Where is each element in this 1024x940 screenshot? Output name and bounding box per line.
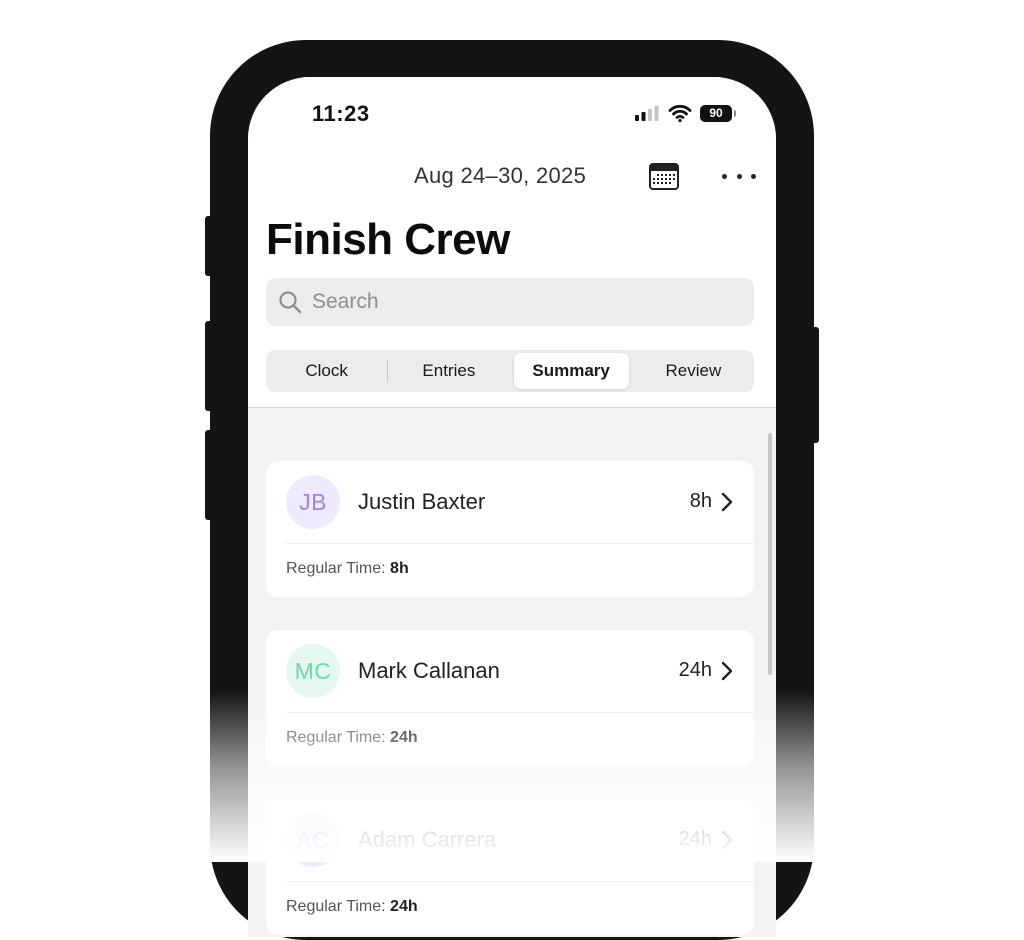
card-divider	[286, 712, 754, 713]
chevron-right-icon	[721, 661, 733, 681]
avatar: JB	[286, 475, 340, 529]
page-title: Finish Crew	[266, 215, 510, 264]
more-icon-dot	[751, 173, 756, 179]
tab-spacer	[632, 360, 633, 382]
silent-switch	[205, 216, 213, 276]
employee-total-hours: 24h	[678, 659, 712, 681]
status-icons: 90	[634, 103, 736, 123]
power-button	[811, 327, 819, 443]
chevron-right-icon	[721, 830, 733, 850]
chevron-right-icon	[721, 492, 733, 512]
search-bar[interactable]	[266, 278, 754, 326]
regular-time-value: 24h	[390, 898, 418, 915]
volume-down-button	[205, 430, 213, 520]
employee-total-hours: 8h	[689, 490, 712, 512]
more-icon-dot	[722, 173, 727, 179]
employee-card[interactable]: JB Justin Baxter 8h Regular Time: 8h	[266, 461, 754, 597]
employee-name: Mark Callanan	[358, 658, 500, 683]
employee-name: Adam Carrera	[358, 827, 497, 852]
regular-time-label: Regular Time:	[286, 560, 386, 577]
app-screen: 11:23 90 Aug 24–30, 2025 Finish Crew Sea…	[248, 77, 776, 937]
tab-divider	[387, 360, 389, 382]
scrollbar[interactable]	[768, 433, 772, 675]
status-time: 11:23	[312, 101, 370, 126]
more-icon-dot	[736, 173, 742, 179]
header-area: 11:23 90 Aug 24–30, 2025 Finish Crew Sea…	[248, 77, 776, 408]
regular-time: Regular Time: 24h	[286, 729, 418, 747]
regular-time: Regular Time: 24h	[286, 898, 418, 916]
regular-time: Regular Time: 8h	[286, 560, 409, 578]
tab-entries[interactable]: Entries	[391, 353, 506, 389]
search-icon	[279, 291, 302, 314]
avatar: AC	[286, 813, 340, 867]
battery-icon: 90	[700, 104, 736, 122]
regular-time-label: Regular Time:	[286, 898, 386, 915]
employee-card[interactable]: AC Adam Carrera 24h Regular Time: 24h	[266, 799, 754, 935]
volume-up-button	[205, 321, 213, 411]
tab-clock[interactable]: Clock	[269, 353, 384, 389]
tab-review[interactable]: Review	[636, 353, 751, 389]
more-options-button[interactable]	[722, 165, 756, 187]
search-input[interactable]	[310, 289, 734, 315]
calendar-icon	[649, 163, 679, 190]
wifi-icon	[668, 104, 692, 122]
employee-name: Justin Baxter	[358, 489, 486, 514]
tab-summary[interactable]: Summary	[513, 353, 629, 389]
regular-time-label: Regular Time:	[286, 729, 386, 746]
card-divider	[286, 881, 754, 882]
employee-card[interactable]: MC Mark Callanan 24h Regular Time: 24h	[266, 630, 754, 766]
employee-total-hours: 24h	[678, 828, 712, 850]
segmented-tabs: Clock Entries Summary Review	[266, 350, 754, 392]
card-divider	[286, 543, 754, 544]
regular-time-value: 8h	[390, 560, 409, 577]
calendar-button[interactable]	[648, 161, 680, 191]
avatar: MC	[286, 644, 340, 698]
cellular-signal-icon	[635, 106, 659, 121]
tab-spacer	[510, 360, 511, 382]
date-range[interactable]: Aug 24–30, 2025	[414, 163, 586, 189]
regular-time-value: 24h	[390, 729, 418, 746]
